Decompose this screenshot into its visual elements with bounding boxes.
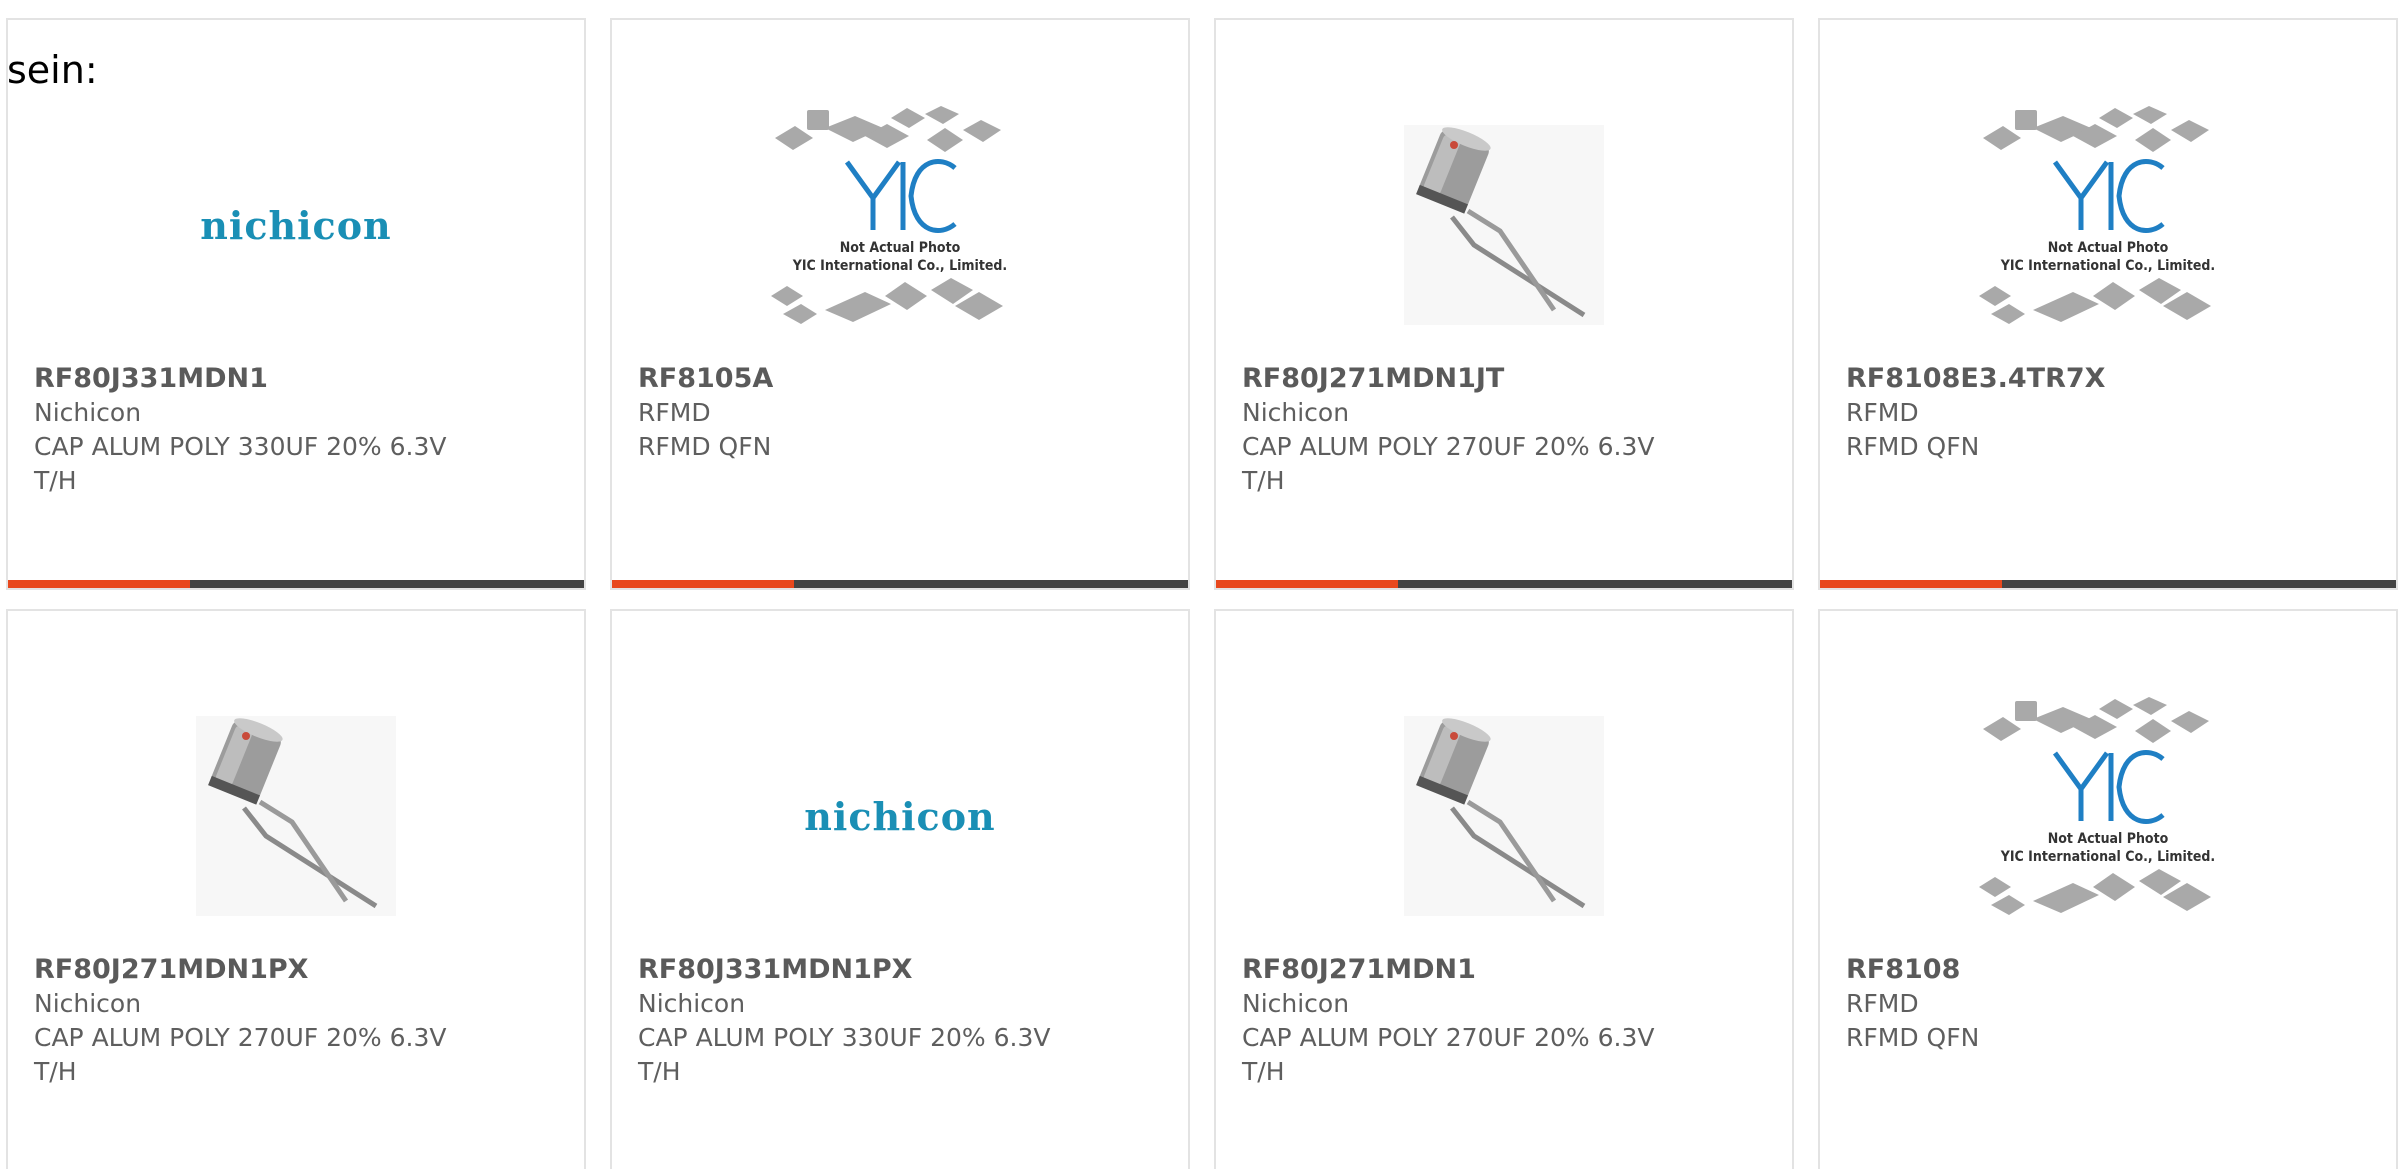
yic-placeholder-image: Not Actual Photo YIC International Co., …	[771, 106, 1007, 324]
manufacturer: Nichicon	[1242, 989, 1350, 1018]
product-thumbnail[interactable]: Not Actual Photo YIC International Co., …	[1820, 80, 2396, 370]
description: RFMD QFN	[1846, 1023, 1980, 1052]
product-card[interactable]: Not Actual Photo YIC International Co., …	[1818, 18, 2398, 590]
description: RFMD QFN	[1846, 432, 1980, 461]
product-thumbnail[interactable]	[8, 671, 584, 961]
manufacturer: RFMD	[1846, 398, 1919, 427]
lead-text: sein:	[7, 48, 98, 92]
yic-caption-line1: Not Actual Photo	[2048, 831, 2169, 847]
manufacturer: RFMD	[1846, 989, 1919, 1018]
manufacturer: RFMD	[638, 398, 711, 427]
card-bar-accent	[1216, 580, 1398, 588]
part-number[interactable]: RF8108	[1846, 953, 2370, 987]
part-number[interactable]: RF80J331MDN1	[34, 362, 558, 396]
manufacturer: Nichicon	[1242, 398, 1350, 427]
product-thumbnail[interactable]	[1216, 80, 1792, 370]
description: CAP ALUM POLY 270UF 20% 6.3V T/H	[34, 1023, 447, 1086]
part-number[interactable]: RF80J271MDN1PX	[34, 953, 558, 987]
yic-caption-line2: YIC International Co., Limited.	[2000, 258, 2215, 274]
product-info: RF80J331MDN1PX Nichicon CAP ALUM POLY 33…	[638, 953, 1162, 1089]
product-card[interactable]: Not Actual Photo YIC International Co., …	[610, 18, 1190, 590]
product-card[interactable]: RF80J271MDN1PX Nichicon CAP ALUM POLY 27…	[6, 609, 586, 1169]
description: CAP ALUM POLY 270UF 20% 6.3V T/H	[1242, 432, 1655, 495]
product-info: RF80J271MDN1PX Nichicon CAP ALUM POLY 27…	[34, 953, 558, 1089]
part-number[interactable]: RF80J271MDN1	[1242, 953, 1766, 987]
product-thumbnail[interactable]: Not Actual Photo YIC International Co., …	[612, 80, 1188, 370]
yic-caption-line1: Not Actual Photo	[840, 240, 961, 256]
part-number[interactable]: RF80J271MDN1JT	[1242, 362, 1766, 396]
product-card[interactable]: nichicon RF80J331MDN1 Nichicon CAP ALUM …	[6, 18, 586, 590]
yic-placeholder-image: Not Actual Photo YIC International Co., …	[1979, 106, 2215, 324]
product-card[interactable]: Not Actual Photo YIC International Co., …	[1818, 609, 2398, 1169]
card-bar	[8, 580, 584, 588]
manufacturer: Nichicon	[34, 398, 142, 427]
capacitor-photo	[1404, 125, 1604, 325]
manufacturer: Nichicon	[34, 989, 142, 1018]
manufacturer: Nichicon	[638, 989, 746, 1018]
card-bar	[612, 580, 1188, 588]
description: CAP ALUM POLY 330UF 20% 6.3V T/H	[34, 432, 447, 495]
product-thumbnail[interactable]: nichicon	[612, 671, 1188, 961]
product-thumbnail[interactable]	[1216, 671, 1792, 961]
card-bar-accent	[612, 580, 794, 588]
nichicon-logo: nichicon	[200, 202, 392, 248]
yic-caption-line1: Not Actual Photo	[2048, 240, 2169, 256]
part-number[interactable]: RF8105A	[638, 362, 1162, 396]
yic-placeholder-image: Not Actual Photo YIC International Co., …	[1979, 697, 2215, 915]
card-bar-accent	[1820, 580, 2002, 588]
part-number[interactable]: RF80J331MDN1PX	[638, 953, 1162, 987]
card-bar	[1216, 580, 1792, 588]
yic-caption-line2: YIC International Co., Limited.	[792, 258, 1007, 274]
product-info: RF80J271MDN1 Nichicon CAP ALUM POLY 270U…	[1242, 953, 1766, 1089]
nichicon-logo: nichicon	[804, 793, 996, 839]
product-card[interactable]: RF80J271MDN1JT Nichicon CAP ALUM POLY 27…	[1214, 18, 1794, 590]
card-bar	[1820, 580, 2396, 588]
product-thumbnail[interactable]: nichicon	[8, 80, 584, 370]
description: RFMD QFN	[638, 432, 772, 461]
product-info: RF8105A RFMD RFMD QFN	[638, 362, 1162, 464]
card-bar-accent	[8, 580, 190, 588]
capacitor-photo	[196, 716, 396, 916]
product-card[interactable]: RF80J271MDN1 Nichicon CAP ALUM POLY 270U…	[1214, 609, 1794, 1169]
yic-caption-line2: YIC International Co., Limited.	[2000, 849, 2215, 865]
product-card[interactable]: nichicon RF80J331MDN1PX Nichicon CAP ALU…	[610, 609, 1190, 1169]
product-info: RF8108E3.4TR7X RFMD RFMD QFN	[1846, 362, 2370, 464]
description: CAP ALUM POLY 330UF 20% 6.3V T/H	[638, 1023, 1051, 1086]
product-thumbnail[interactable]: Not Actual Photo YIC International Co., …	[1820, 671, 2396, 961]
product-info: RF80J331MDN1 Nichicon CAP ALUM POLY 330U…	[34, 362, 558, 498]
part-number[interactable]: RF8108E3.4TR7X	[1846, 362, 2370, 396]
product-info: RF80J271MDN1JT Nichicon CAP ALUM POLY 27…	[1242, 362, 1766, 498]
capacitor-photo	[1404, 716, 1604, 916]
product-info: RF8108 RFMD RFMD QFN	[1846, 953, 2370, 1055]
description: CAP ALUM POLY 270UF 20% 6.3V T/H	[1242, 1023, 1655, 1086]
